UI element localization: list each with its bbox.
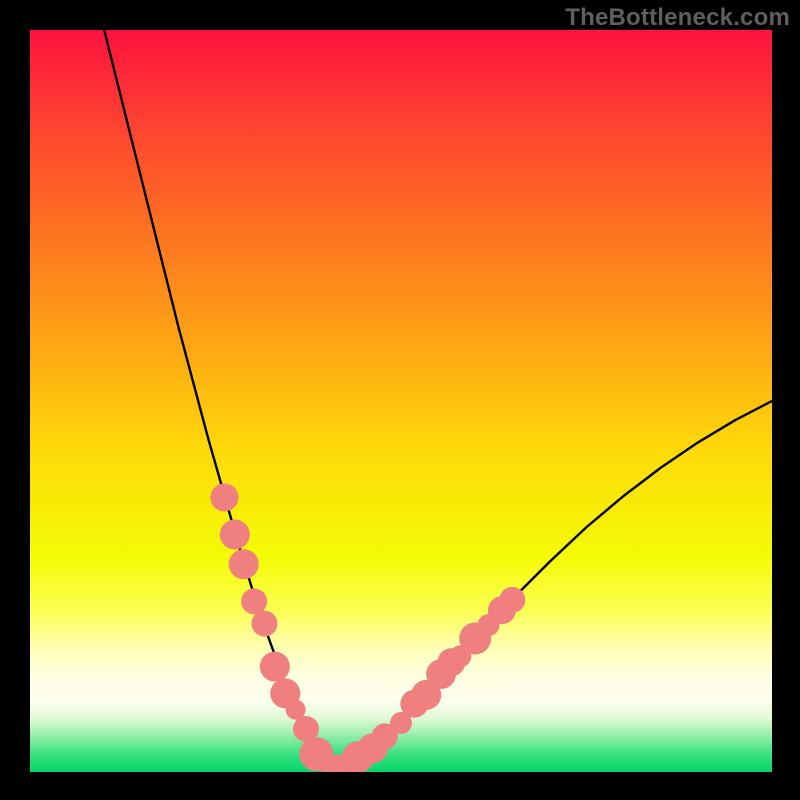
gradient-background [30, 30, 772, 772]
data-marker [229, 549, 259, 579]
data-marker [499, 587, 525, 613]
data-marker [241, 588, 267, 614]
data-marker [210, 483, 238, 511]
data-marker [260, 652, 290, 682]
chart-frame: TheBottleneck.com [0, 0, 800, 800]
data-marker [251, 611, 277, 637]
data-marker [220, 520, 250, 550]
watermark-text: TheBottleneck.com [565, 4, 790, 32]
plot-area [30, 30, 772, 772]
bottleneck-chart [30, 30, 772, 772]
